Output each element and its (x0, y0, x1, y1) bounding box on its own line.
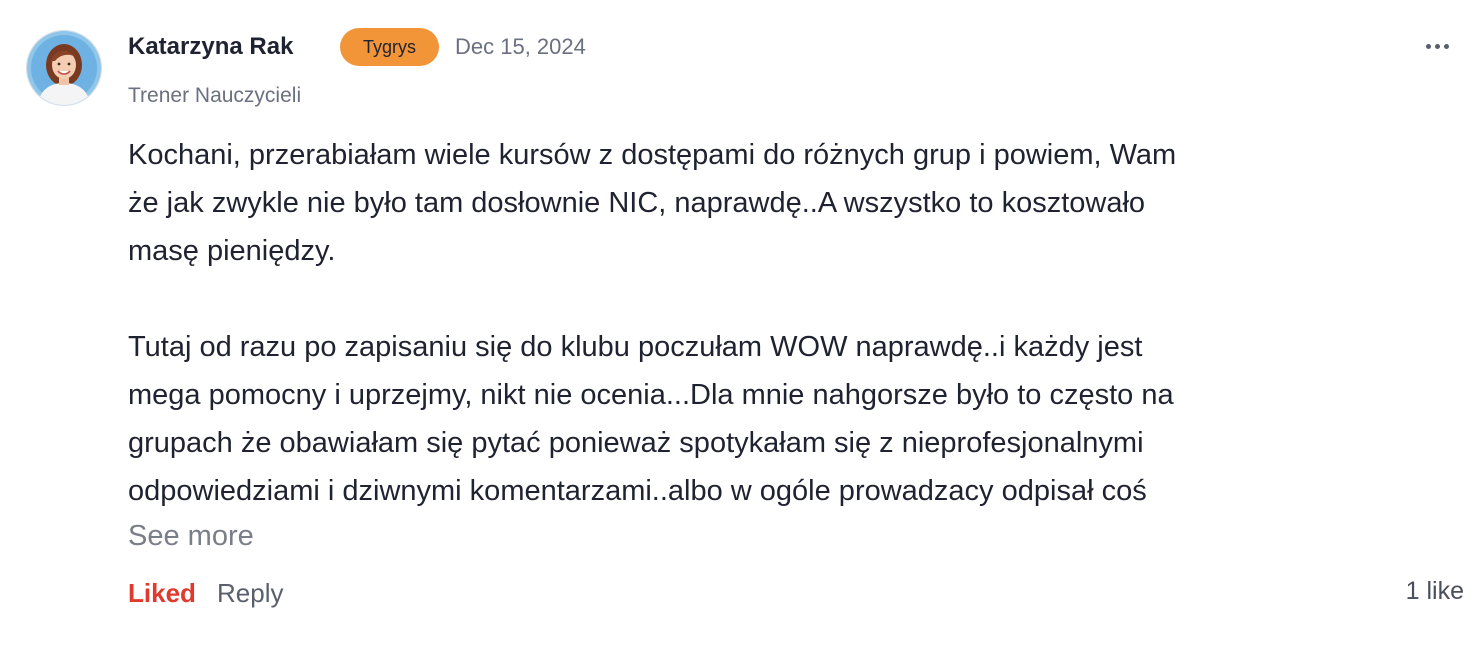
reply-button[interactable]: Reply (217, 575, 283, 611)
avatar[interactable] (27, 31, 101, 105)
body-line: mega pomocny i uprzejmy, nikt nie ocenia… (128, 379, 1174, 411)
post-date[interactable]: Dec 15, 2024 (455, 33, 586, 61)
comment-card: Katarzyna Rak Tygrys Dec 15, 2024 Trener… (0, 0, 1482, 648)
body-line: odpowiedziami i dziwnymi komentarzami..a… (128, 475, 1147, 507)
author-title: Trener Nauczycieli (128, 84, 302, 107)
see-more-link[interactable]: See more (128, 515, 254, 557)
more-horizontal-icon (1426, 44, 1431, 49)
body-line: Tutaj od razu po zapisaniu się do klubu … (128, 331, 1143, 363)
body-line: grupach że obawiałam się pytać ponieważ … (128, 427, 1144, 459)
member-level-badge: Tygrys (340, 28, 439, 66)
body-line: Kochani, przerabiałam wiele kursów z dos… (128, 139, 1177, 171)
comment-body: Kochani, przerabiałam wiele kursów z dos… (128, 131, 1378, 515)
author-name[interactable]: Katarzyna Rak (128, 32, 293, 62)
more-options-button[interactable] (1420, 32, 1456, 60)
likes-count[interactable]: 1 like (1406, 573, 1464, 609)
body-line: że jak zwykle nie było tam dosłownie NIC… (128, 187, 1146, 219)
more-horizontal-icon-dot (1444, 44, 1449, 49)
more-horizontal-icon-dot (1435, 44, 1440, 49)
like-button[interactable]: Liked (128, 575, 196, 611)
body-line: masę pieniędzy. (128, 235, 336, 267)
